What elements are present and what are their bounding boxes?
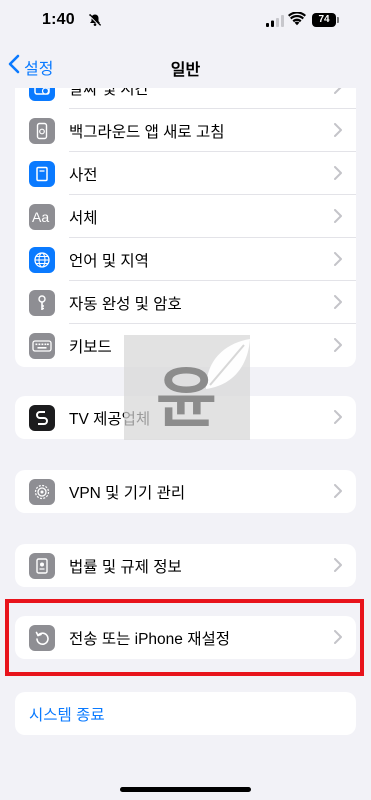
chevron-right-icon [334, 123, 342, 142]
chevron-right-icon [334, 338, 342, 357]
battery-nub [337, 17, 339, 23]
svg-text:Aa: Aa [32, 209, 49, 225]
row-label: 백그라운드 앱 새로 고침 [69, 123, 225, 141]
row-transfer-reset[interactable]: 전송 또는 iPhone 재설정 [15, 616, 356, 659]
tv-provider-icon [29, 404, 55, 431]
navigation-bar: 설정 일반 [0, 44, 371, 88]
row-label: 언어 및 지역 [69, 252, 149, 270]
status-bar: 1:40 74 [0, 0, 371, 44]
page-title: 일반 [170, 62, 201, 79]
row-legal-regulatory[interactable]: 법률 및 규제 정보 [15, 544, 356, 587]
watermark-logo: 윤 [124, 335, 250, 440]
font-aa-icon: Aa [29, 203, 55, 230]
home-indicator[interactable] [120, 787, 251, 792]
chevron-right-icon [334, 209, 342, 228]
row-fonts[interactable]: Aa 서체 [15, 195, 356, 238]
settings-group-vpn: VPN 및 기기 관리 [15, 470, 356, 513]
silent-bell-icon [88, 13, 102, 32]
leaf-watermark-icon: 윤 [156, 339, 250, 437]
row-label: 전송 또는 iPhone 재설정 [69, 630, 231, 648]
chevron-right-icon [334, 630, 342, 649]
chevron-right-icon [334, 410, 342, 429]
reset-arrow-icon [29, 624, 55, 651]
settings-group-reset: 전송 또는 iPhone 재설정 [15, 616, 356, 659]
chevron-right-icon [334, 484, 342, 503]
chevron-right-icon [334, 295, 342, 314]
gear-icon [29, 478, 55, 505]
battery-level: 74 [312, 13, 336, 27]
key-icon [29, 289, 55, 316]
globe-icon [29, 246, 55, 273]
chevron-right-icon [334, 252, 342, 271]
settings-group-general: 날짜 및 시간 백그라운드 앱 새로 고침 사전 Aa 서체 언어 및 지역 자… [15, 66, 356, 367]
row-vpn-device-management[interactable]: VPN 및 기기 관리 [15, 470, 356, 513]
row-label: 자동 완성 및 암호 [69, 295, 182, 313]
chevron-right-icon [334, 166, 342, 185]
app-refresh-icon [29, 117, 55, 144]
keyboard-icon [29, 332, 55, 359]
row-label: VPN 및 기기 관리 [69, 484, 186, 502]
book-icon [29, 160, 55, 187]
watermark-text: 윤 [156, 360, 217, 437]
row-autofill-passwords[interactable]: 자동 완성 및 암호 [15, 281, 356, 324]
row-background-refresh[interactable]: 백그라운드 앱 새로 고침 [15, 109, 356, 152]
row-language-region[interactable]: 언어 및 지역 [15, 238, 356, 281]
row-label: 서체 [69, 209, 98, 227]
wifi-icon [288, 11, 306, 31]
shut-down-button[interactable]: 시스템 종료 [29, 703, 356, 725]
settings-group-shutdown: 시스템 종료 [15, 692, 356, 735]
row-label: 법률 및 규제 정보 [69, 558, 182, 576]
document-icon [29, 552, 55, 579]
status-time: 1:40 [42, 11, 75, 28]
chevron-right-icon [334, 558, 342, 577]
settings-group-legal: 법률 및 규제 정보 [15, 544, 356, 587]
row-label: 사전 [69, 166, 98, 184]
cellular-signal-icon [266, 14, 284, 32]
row-dictionary[interactable]: 사전 [15, 152, 356, 195]
row-shut-down[interactable]: 시스템 종료 [15, 692, 356, 735]
